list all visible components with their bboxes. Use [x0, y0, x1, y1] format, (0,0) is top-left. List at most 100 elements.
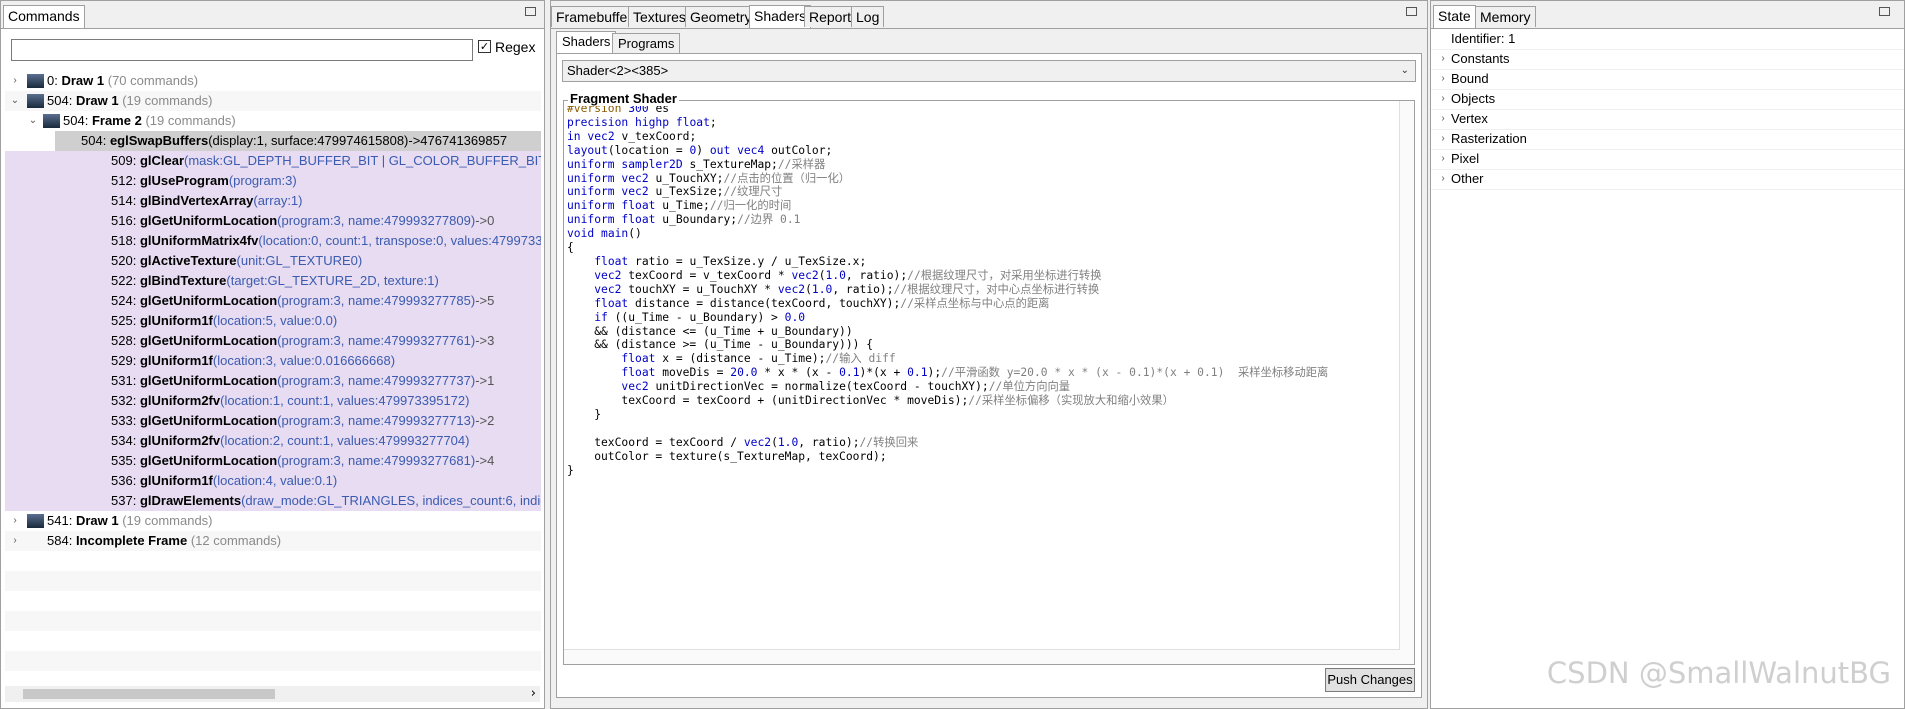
- command-return: ->1: [475, 373, 495, 388]
- command-args: (program:3, name:479993277681): [277, 453, 476, 468]
- chevron-right-icon[interactable]: ›: [1437, 49, 1449, 69]
- chevron-right-icon[interactable]: ›: [1437, 109, 1449, 129]
- chevron-down-icon[interactable]: ⌄: [9, 91, 21, 111]
- command-args: (location:0, count:1, transpose:0, value…: [258, 233, 541, 248]
- tab-commands[interactable]: Commands: [3, 5, 85, 28]
- empty-row: [5, 591, 541, 611]
- command-row[interactable]: 533: glGetUniformLocation(program:3, nam…: [5, 411, 541, 431]
- empty-row: [5, 551, 541, 571]
- command-id: 518:: [111, 233, 137, 248]
- tab-memory[interactable]: Memory: [1475, 6, 1536, 27]
- command-row[interactable]: 531: glGetUniformLocation(program:3, nam…: [5, 371, 541, 391]
- state-item-vertex[interactable]: › Vertex: [1431, 109, 1904, 130]
- command-name: glUniform1f: [139, 353, 213, 368]
- tree-node-frame[interactable]: › 584: Incomplete Frame (12 commands): [5, 531, 541, 551]
- chevron-right-icon[interactable]: ›: [9, 71, 21, 91]
- subtab-shaders[interactable]: Shaders: [556, 31, 617, 53]
- regex-checkbox[interactable]: ✓: [478, 40, 491, 53]
- state-item-label: Constants: [1451, 51, 1510, 66]
- command-name: glGetUniformLocation: [139, 213, 278, 228]
- command-row[interactable]: 532: glUniform2fv(location:1, count:1, v…: [5, 391, 541, 411]
- tree-node-draw[interactable]: › 0: Draw 1 (70 commands): [5, 71, 541, 91]
- command-name: glUniformMatrix4fv: [139, 233, 259, 248]
- thumbnail-icon: [27, 514, 44, 528]
- chevron-right-icon[interactable]: ›: [1437, 169, 1449, 189]
- chevron-right-icon[interactable]: ›: [1437, 89, 1449, 109]
- command-id: 525:: [111, 313, 137, 328]
- tab-shaders[interactable]: Shaders: [749, 5, 812, 28]
- command-row[interactable]: 518: glUniformMatrix4fv(location:0, coun…: [5, 231, 541, 251]
- command-row[interactable]: 509: glClear(mask:GL_DEPTH_BUFFER_BIT | …: [5, 151, 541, 171]
- tab-report[interactable]: Report: [804, 6, 857, 27]
- tab-geometry[interactable]: Geometry: [685, 6, 757, 27]
- state-item-label: Bound: [1451, 71, 1489, 86]
- restore-icon[interactable]: [1406, 7, 1417, 16]
- restore-icon[interactable]: [1879, 7, 1890, 16]
- state-item-identifier[interactable]: Identifier: 1: [1431, 29, 1904, 50]
- state-item-other[interactable]: › Other: [1431, 169, 1904, 190]
- node-id: 584:: [47, 533, 73, 548]
- state-item-pixel[interactable]: › Pixel: [1431, 149, 1904, 170]
- command-args: (target:GL_TEXTURE_2D, texture:1): [226, 273, 439, 288]
- tab-state[interactable]: State: [1433, 5, 1476, 28]
- tree-node-draw[interactable]: › 541: Draw 1 (19 commands): [5, 511, 541, 531]
- command-row[interactable]: 522: glBindTexture(target:GL_TEXTURE_2D,…: [5, 271, 541, 291]
- command-name: glClear: [139, 153, 185, 168]
- node-id: 504:: [63, 113, 89, 128]
- command-return: ->0: [475, 213, 495, 228]
- push-changes-button[interactable]: Push Changes: [1325, 668, 1415, 692]
- chevron-right-icon[interactable]: ›: [9, 511, 21, 531]
- command-row[interactable]: 512: glUseProgram(program:3): [5, 171, 541, 191]
- command-row[interactable]: 528: glGetUniformLocation(program:3, nam…: [5, 331, 541, 351]
- restore-icon[interactable]: [525, 7, 536, 16]
- command-name: glGetUniformLocation: [139, 333, 278, 348]
- scrollbar-thumb[interactable]: [23, 689, 275, 699]
- tree-node-draw[interactable]: ⌄ 504: Draw 1 (19 commands): [5, 91, 541, 111]
- chevron-right-icon[interactable]: ›: [9, 531, 21, 551]
- state-item-constants[interactable]: › Constants: [1431, 49, 1904, 70]
- command-row-selected[interactable]: 504: eglSwapBuffers(display:1, surface:4…: [55, 131, 541, 151]
- command-row[interactable]: 537: glDrawElements(draw_mode:GL_TRIANGL…: [5, 491, 541, 511]
- chevron-right-icon[interactable]: ›: [1437, 69, 1449, 89]
- command-row[interactable]: 525: glUniform1f(location:5, value:0.0): [5, 311, 541, 331]
- shader-select[interactable]: Shader<2><385> ⌄: [562, 60, 1416, 82]
- state-item-label: Rasterization: [1451, 131, 1527, 146]
- state-item-bound[interactable]: › Bound: [1431, 69, 1904, 90]
- chevron-down-icon: ⌄: [1400, 65, 1409, 76]
- command-row[interactable]: 534: glUniform2fv(location:2, count:1, v…: [5, 431, 541, 451]
- tree-node-frame[interactable]: ⌄ 504: Frame 2 (19 commands): [5, 111, 541, 131]
- command-id: 533:: [111, 413, 137, 428]
- state-item-rasterization[interactable]: › Rasterization: [1431, 129, 1904, 150]
- node-name: Incomplete Frame: [75, 533, 188, 548]
- chevron-down-icon[interactable]: ⌄: [27, 111, 39, 131]
- subtab-programs[interactable]: Programs: [612, 33, 681, 53]
- scroll-right-icon[interactable]: ›: [531, 686, 536, 702]
- shader-code[interactable]: #version 300 es precision highp float; i…: [567, 102, 1328, 477]
- command-row[interactable]: 520: glActiveTexture(unit:GL_TEXTURE0): [5, 251, 541, 271]
- vertical-scrollbar[interactable]: [1399, 101, 1414, 664]
- command-id: 536:: [111, 473, 137, 488]
- command-row[interactable]: 516: glGetUniformLocation(program:3, nam…: [5, 211, 541, 231]
- command-name: glGetUniformLocation: [139, 373, 278, 388]
- chevron-right-icon[interactable]: ›: [1437, 149, 1449, 169]
- command-row[interactable]: 524: glGetUniformLocation(program:3, nam…: [5, 291, 541, 311]
- state-item-label: Vertex: [1451, 111, 1488, 126]
- command-row[interactable]: 535: glGetUniformLocation(program:3, nam…: [5, 451, 541, 471]
- chevron-right-icon[interactable]: ›: [1437, 129, 1449, 149]
- command-id: 520:: [111, 253, 137, 268]
- tab-framebuffer[interactable]: Framebuffer: [551, 6, 637, 27]
- command-row[interactable]: 529: glUniform1f(location:3, value:0.016…: [5, 351, 541, 371]
- horizontal-scrollbar[interactable]: [564, 649, 1400, 664]
- command-row[interactable]: 514: glBindVertexArray(array:1): [5, 191, 541, 211]
- shader-source-editor[interactable]: #version 300 es precision highp float; i…: [563, 100, 1415, 665]
- command-args: (program:3, name:479993277737): [277, 373, 476, 388]
- horizontal-scrollbar[interactable]: ›: [5, 686, 540, 702]
- empty-row: [5, 611, 541, 631]
- command-name: eglSwapBuffers: [109, 133, 209, 148]
- tab-log[interactable]: Log: [851, 6, 885, 27]
- watermark: CSDN @SmallWalnutBG: [1546, 656, 1891, 690]
- tab-textures[interactable]: Textures: [628, 6, 691, 27]
- state-item-objects[interactable]: › Objects: [1431, 89, 1904, 110]
- filter-input[interactable]: [11, 39, 473, 61]
- command-row[interactable]: 536: glUniform1f(location:4, value:0.1): [5, 471, 541, 491]
